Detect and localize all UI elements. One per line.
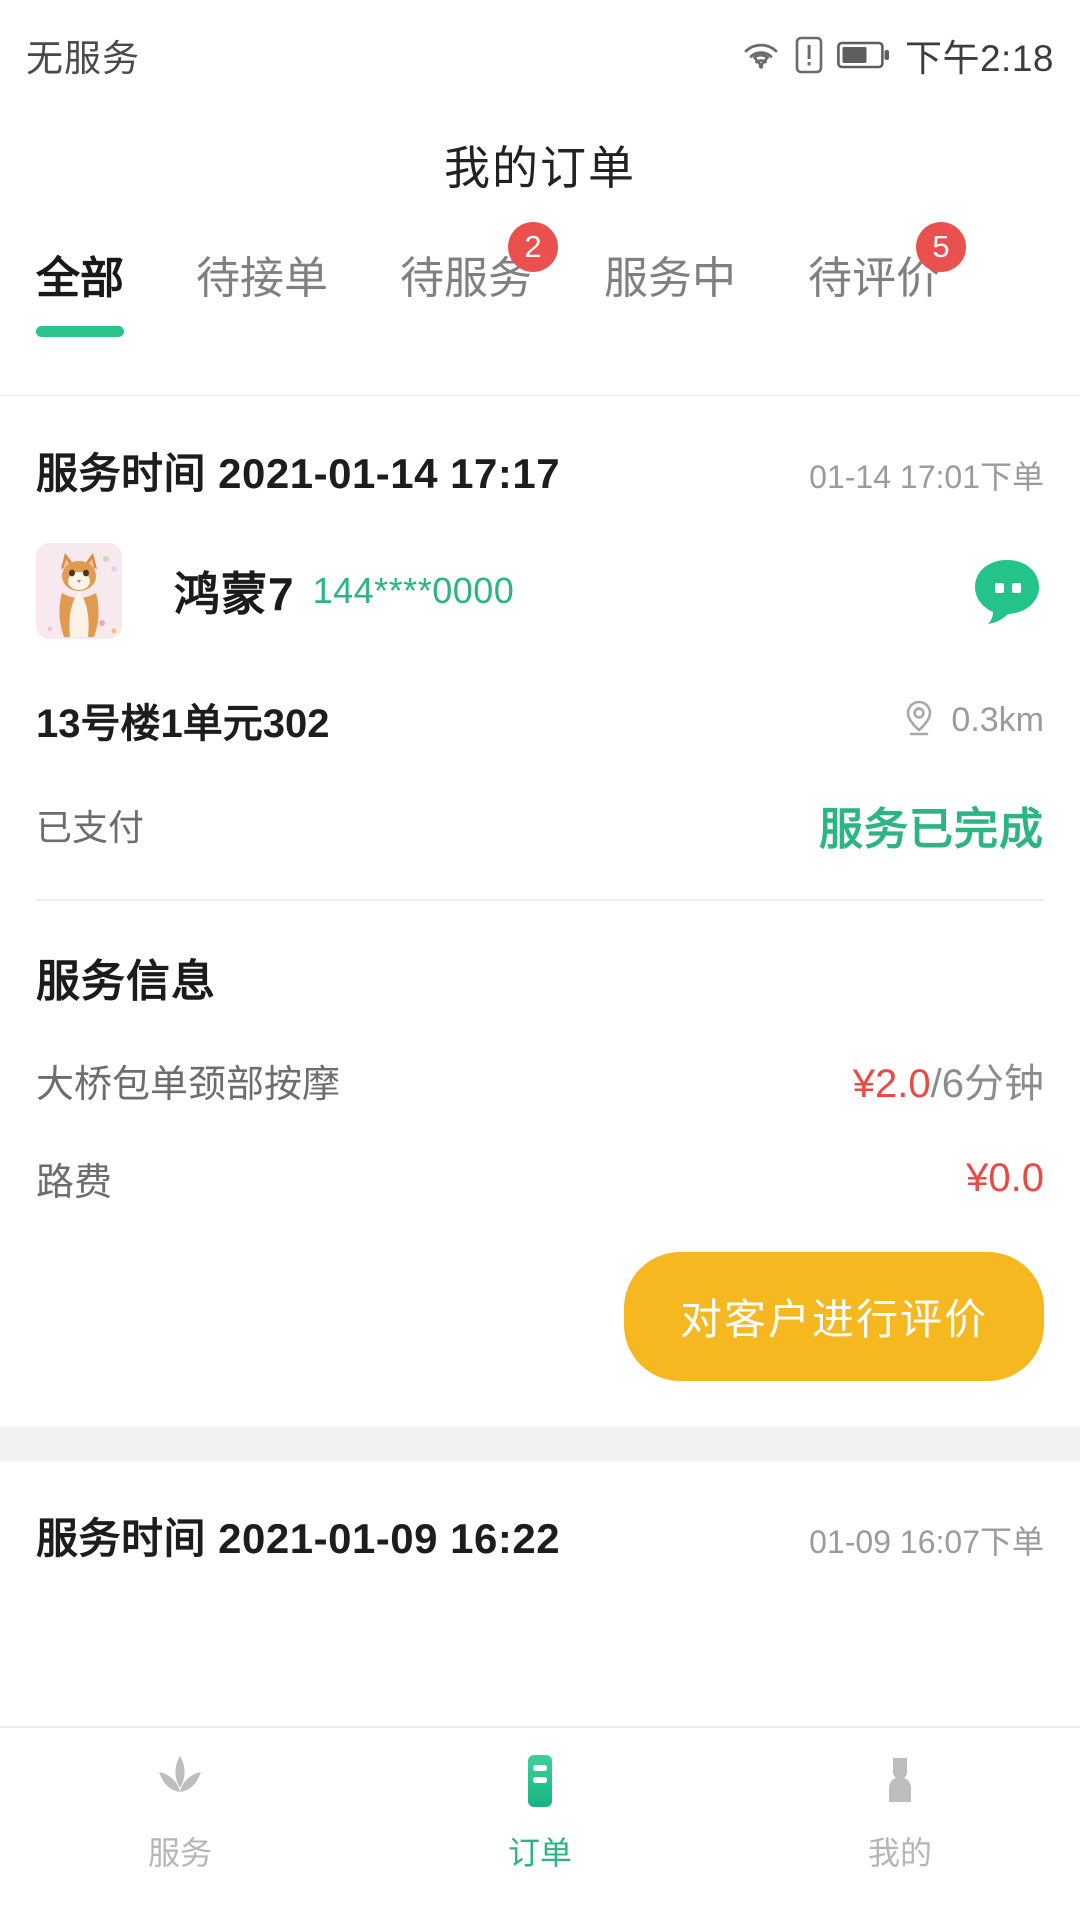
address-row: 13号楼1单元302 0.3km xyxy=(36,639,1044,749)
fee-amount-wrap: ¥2.0/6分钟 xyxy=(853,1051,1044,1109)
wifi-icon xyxy=(741,39,781,71)
location-pin-icon xyxy=(901,698,937,743)
clock-label: 下午2:18 xyxy=(904,38,1054,79)
order-list[interactable]: 服务时间 2021-01-14 17:17 01-14 17:01下单 鸿蒙7 … xyxy=(0,396,1080,1726)
payment-row: 已支付 服务已完成 xyxy=(36,749,1044,899)
order-card-header: 服务时间 2021-01-09 16:22 01-09 16:07下单 xyxy=(36,1461,1044,1566)
order-card[interactable]: 服务时间 2021-01-09 16:22 01-09 16:07下单 xyxy=(0,1461,1080,1726)
lotus-icon xyxy=(149,1750,211,1812)
fee-name: 路费 xyxy=(36,1162,113,1204)
tab-label: 待接单 xyxy=(196,254,328,303)
rate-customer-button[interactable]: 对客户进行评价 xyxy=(623,1252,1044,1381)
fee-amount: ¥2.0 xyxy=(852,1062,931,1106)
nav-label: 我的 xyxy=(867,1835,932,1871)
nav-item-profile[interactable]: 我的 xyxy=(720,1750,1080,1874)
order-card[interactable]: 服务时间 2021-01-14 17:17 01-14 17:01下单 鸿蒙7 … xyxy=(0,396,1080,1427)
fee-name: 大桥包单颈部按摩 xyxy=(36,1063,341,1106)
distance-label: 0.3km xyxy=(951,700,1044,739)
tab-all[interactable]: 全部 xyxy=(36,248,124,337)
avatar[interactable] xyxy=(36,543,122,639)
tab-badge: 2 xyxy=(508,222,558,272)
card-separator xyxy=(0,1427,1080,1461)
phone-screen: 无服务 下午2:18 我的订单 全部 待接单 待服务 2 服务中 待评价 5 服… xyxy=(0,0,1080,1920)
distance-wrap: 0.3km xyxy=(901,698,1044,743)
title-bar: 我的订单 xyxy=(0,110,1080,220)
nav-label: 服务 xyxy=(147,1835,212,1871)
fee-amount-wrap: ¥0.0 xyxy=(966,1156,1044,1201)
customer-row: 鸿蒙7 144****0000 xyxy=(36,501,1044,639)
nav-item-services[interactable]: 服务 xyxy=(0,1750,360,1874)
tab-label: 服务中 xyxy=(604,254,736,303)
customer-name: 鸿蒙7 xyxy=(174,568,295,620)
order-placed-time: 01-14 17:01下单 xyxy=(809,459,1044,495)
order-placed-time: 01-09 16:07下单 xyxy=(809,1524,1044,1560)
fee-row: 路费 ¥0.0 xyxy=(36,1109,1044,1206)
tab-pending-accept[interactable]: 待接单 xyxy=(196,248,328,337)
nav-item-orders[interactable]: 订单 xyxy=(360,1750,720,1874)
chat-bubble-icon[interactable] xyxy=(970,554,1044,628)
status-badge: 服务已完成 xyxy=(819,805,1044,854)
tab-label: 全部 xyxy=(36,254,124,303)
battery-icon xyxy=(837,39,891,71)
order-card-header: 服务时间 2021-01-14 17:17 01-14 17:01下单 xyxy=(36,396,1044,501)
status-icons: 下午2:18 xyxy=(741,28,1054,82)
sim-alert-icon xyxy=(795,36,823,74)
tab-badge: 5 xyxy=(916,222,966,272)
tab-in-service[interactable]: 服务中 xyxy=(604,248,736,337)
fee-unit: /6分钟 xyxy=(930,1062,1044,1106)
card-actions: 对客户进行评价 xyxy=(36,1206,1044,1427)
service-time: 服务时间 2021-01-09 16:22 xyxy=(36,1515,561,1562)
page-title: 我的订单 xyxy=(444,142,636,194)
bottom-navigation: 服务 订单 我的 xyxy=(0,1726,1080,1920)
service-time: 服务时间 2021-01-14 17:17 xyxy=(36,450,561,497)
fee-amount: ¥0.0 xyxy=(966,1156,1044,1200)
fee-row: 大桥包单颈部按摩 ¥2.0/6分钟 xyxy=(36,1009,1044,1109)
carrier-label: 无服务 xyxy=(26,38,140,79)
service-info-title: 服务信息 xyxy=(36,957,216,1006)
customer-phone[interactable]: 144****0000 xyxy=(313,570,515,612)
status-bar: 无服务 下午2:18 xyxy=(0,0,1080,110)
tab-pending-review[interactable]: 待评价 5 xyxy=(808,222,966,337)
document-icon xyxy=(509,1750,571,1812)
tab-pending-service[interactable]: 待服务 2 xyxy=(400,222,558,337)
payment-status: 已支付 xyxy=(36,807,145,848)
nav-label: 订单 xyxy=(507,1835,572,1871)
service-address: 13号楼1单元302 xyxy=(36,702,330,746)
order-status-tabs: 全部 待接单 待服务 2 服务中 待评价 5 xyxy=(0,220,1080,395)
active-tab-indicator xyxy=(36,325,124,337)
person-icon xyxy=(869,1750,931,1812)
